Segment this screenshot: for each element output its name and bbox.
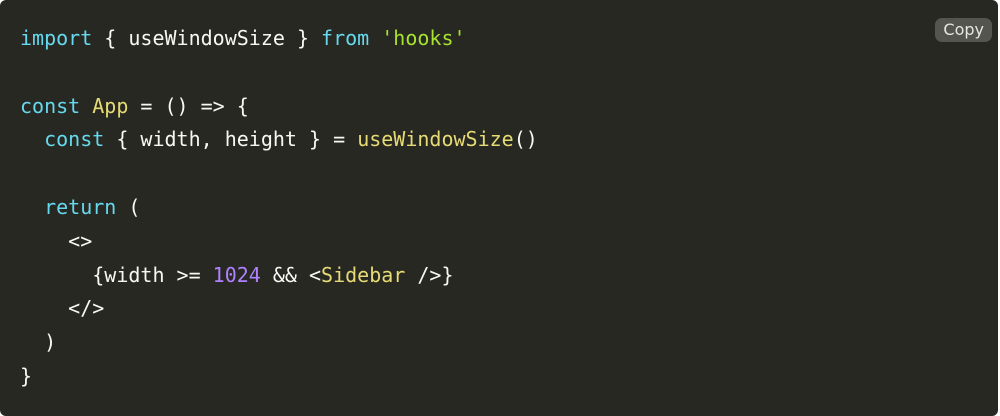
code-token: const xyxy=(44,127,105,152)
code-token: useWindowSize xyxy=(357,127,514,152)
code-line: </> xyxy=(20,292,538,326)
code-block: Copy import { useWindowSize } from 'hook… xyxy=(0,0,998,416)
code-line: const App = () => { xyxy=(20,90,538,124)
code-line: <> xyxy=(20,225,538,259)
code-token: Sidebar xyxy=(321,262,406,287)
code-line: } xyxy=(20,360,538,394)
code-token: 'hooks' xyxy=(381,26,466,50)
code-token: ( xyxy=(116,194,141,219)
code-token: 1024 xyxy=(212,262,261,287)
code-content: import { useWindowSize } from 'hooks' con… xyxy=(20,22,538,394)
code-line: {width >= 1024 && <Sidebar />} xyxy=(20,259,538,293)
code-token: return xyxy=(44,194,117,219)
code-token: {width >= xyxy=(20,262,213,287)
code-line: return ( xyxy=(20,191,538,225)
code-token: </> xyxy=(20,296,105,321)
code-token: } xyxy=(20,363,33,388)
code-token: from xyxy=(321,26,370,50)
code-line: ) xyxy=(20,326,538,360)
code-token: import xyxy=(20,26,93,50)
code-token: ) xyxy=(20,330,57,355)
copy-button[interactable]: Copy xyxy=(935,18,992,42)
code-token: <> xyxy=(20,228,93,253)
code-token: App xyxy=(92,93,129,118)
code-token: && < xyxy=(260,262,322,287)
code-line: const { width, height } = useWindowSize(… xyxy=(20,123,538,157)
code-token: () xyxy=(513,127,538,152)
code-token: />} xyxy=(405,262,454,287)
code-line: import { useWindowSize } from 'hooks' xyxy=(20,22,538,56)
code-token: = () => { xyxy=(128,93,249,118)
code-token: { useWindowSize } xyxy=(92,26,322,50)
code-token: const xyxy=(20,93,81,118)
code-token: { width, height } = xyxy=(104,127,358,152)
